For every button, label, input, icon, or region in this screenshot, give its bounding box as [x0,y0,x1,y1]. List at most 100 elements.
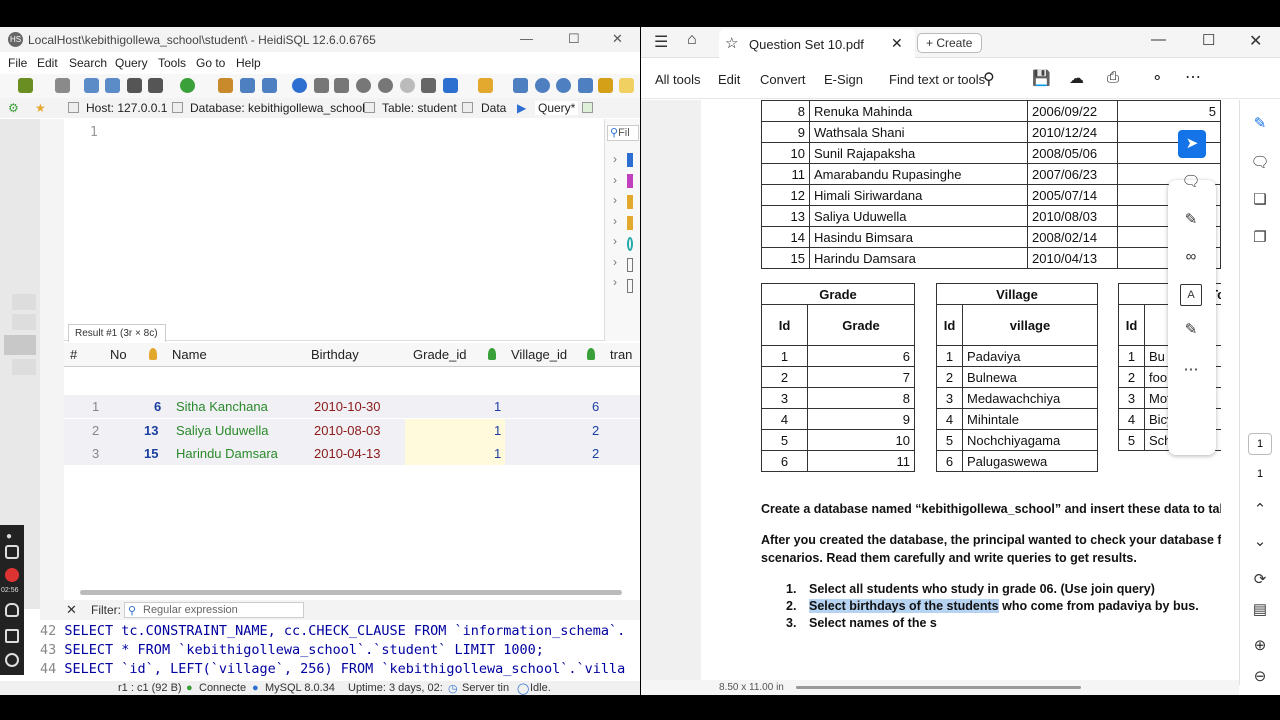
edit-pdf-icon[interactable]: ✎ [1249,114,1271,136]
cell-grade-id[interactable]: 1 [494,446,501,461]
menu-tools[interactable]: Tools [158,56,186,70]
col-header-village-id[interactable]: Village_id [511,347,567,362]
col-header-transport[interactable]: tran [610,347,632,362]
search-icon[interactable]: ⚲ [983,69,995,89]
draw-freeform-icon[interactable]: ∞ [1180,248,1202,270]
db-tree-icon[interactable]: ⚙ [8,101,19,115]
cell-no[interactable]: 6 [154,399,161,414]
esign-menu[interactable]: E-Sign [824,72,863,87]
col-header-name[interactable]: Name [172,347,207,362]
delete-record-icon[interactable] [378,78,393,93]
print-icon[interactable]: ⎙ [1107,69,1119,86]
rotate-icon[interactable]: ⟳ [1249,570,1271,592]
format-sql-icon[interactable] [598,78,613,93]
paste-icon[interactable] [105,78,120,93]
highlight-pen-icon[interactable]: ✎ [1180,210,1202,232]
replace-icon[interactable] [578,78,593,93]
helper-tree-expanders[interactable]: › › › › › › › [613,149,617,293]
upload-cloud-icon[interactable]: ☁ [1069,69,1084,87]
recorder-collapse-icon[interactable]: ● [6,531,18,543]
page-number-input[interactable]: 1 [1248,433,1272,455]
cell-birthday[interactable]: 2010-08-03 [314,423,381,438]
save-icon[interactable]: 💾 [1032,69,1051,87]
helper-tree-panel[interactable]: ⚲Fil › › › › › › › [604,119,640,341]
insert-record-icon[interactable] [356,78,371,93]
cell-village-id[interactable]: 2 [592,423,599,438]
disconnect-icon[interactable] [55,78,70,93]
cancel-icon[interactable] [421,78,436,93]
menu-edit[interactable]: Edit [37,56,58,70]
microphone-icon[interactable] [5,603,19,617]
more-options-icon[interactable]: ⋯ [1185,67,1202,87]
undo-icon[interactable] [127,78,142,93]
tab-table[interactable]: Table: student [382,101,457,115]
page-view-icon[interactable]: ▤ [1249,600,1271,622]
record-icon[interactable] [5,568,19,582]
new-query-tab-icon[interactable] [582,102,593,113]
bookmarks-icon[interactable]: ❏ [1249,190,1271,212]
result-grid[interactable]: # No Name Birthday Grade_id Village_id t… [64,343,640,593]
home-icon[interactable]: ⌂ [687,31,697,49]
menu-goto[interactable]: Go to [196,56,225,70]
col-header-birthday[interactable]: Birthday [311,347,359,362]
menu-help[interactable]: Help [236,56,261,70]
close-icon[interactable]: ✕ [612,31,623,47]
cell-birthday[interactable]: 2010-04-13 [314,446,381,461]
selected-text[interactable]: Select birthdays of the students [809,599,999,613]
find-icon[interactable] [535,78,550,93]
comments-icon[interactable]: 🗨 [1249,153,1271,175]
close-icon[interactable]: ✕ [1249,31,1262,51]
first-record-icon[interactable] [314,78,329,93]
menu-query[interactable]: Query [115,56,148,70]
webcam-icon[interactable] [5,653,19,667]
save-icon[interactable] [513,78,528,93]
connect-icon[interactable] [18,78,33,93]
find-next-icon[interactable] [556,78,571,93]
menu-search[interactable]: Search [69,56,107,70]
add-text-icon[interactable]: A [1180,284,1202,306]
cell-name[interactable]: Saliya Uduwella [176,423,269,438]
sql-editor[interactable]: 1 [64,119,604,341]
last-record-icon[interactable] [334,78,349,93]
close-filter-icon[interactable]: ✕ [66,602,77,618]
import-icon[interactable] [240,78,255,93]
cell-no[interactable]: 15 [144,446,158,461]
more-tools-icon[interactable]: ⋯ [1180,360,1202,382]
all-tools-menu[interactable]: All tools [655,72,701,87]
horizontal-scrollbar[interactable] [796,686,1081,689]
minimize-icon[interactable]: — [520,31,533,46]
zoom-in-icon[interactable]: ⊕ [1249,636,1271,658]
document-tab[interactable]: ☆ Question Set 10.pdf ✕ [719,29,915,58]
cell-no[interactable]: 13 [144,423,158,438]
export-icon[interactable] [262,78,277,93]
tab-database[interactable]: Database: kebithigollewa_school [190,101,365,115]
print-icon[interactable] [148,78,163,93]
sign-icon[interactable]: ✎ [1180,320,1202,342]
col-header-rownum[interactable]: # [70,347,77,362]
add-comment-icon[interactable]: 🗨 [1180,172,1202,194]
hamburger-menu-icon[interactable]: ☰ [654,32,668,52]
cell-grade-id[interactable]: 1 [494,399,501,414]
helper-search-input[interactable]: ⚲Fil [607,125,639,141]
cell-birthday[interactable]: 2010-10-30 [314,399,381,414]
tree-node[interactable] [12,314,36,330]
col-header-no[interactable]: No [110,347,127,362]
create-button[interactable]: + Create [917,33,982,53]
pdf-page[interactable]: 8 Renuka Mahinda 2006/09/22 5 9 Wathsala Sha… [701,100,1221,685]
refresh-icon[interactable] [180,78,195,93]
maximize-icon[interactable]: ☐ [568,31,580,47]
tab-host[interactable]: Host: 127.0.0.1 [86,101,167,115]
speaker-icon[interactable] [5,629,19,643]
open-file-icon[interactable] [478,78,493,93]
document-viewport[interactable]: 8 Renuka Mahinda 2006/09/22 5 9 Wathsala Sha… [641,100,1221,685]
cell-village-id[interactable]: 2 [592,446,599,461]
grid-horizontal-scrollbar[interactable] [80,590,622,595]
tree-node[interactable] [12,359,36,375]
highlight-icon[interactable] [619,78,634,93]
help-icon[interactable] [292,78,307,93]
tree-node[interactable] [12,294,36,310]
page-up-icon[interactable]: ⌃ [1249,500,1271,522]
table-row[interactable]: 1 6 Sitha Kanchana 2010-10-30 1 6 [64,395,640,418]
cell-grade-id[interactable]: 1 [494,423,501,438]
edit-menu[interactable]: Edit [718,72,740,87]
